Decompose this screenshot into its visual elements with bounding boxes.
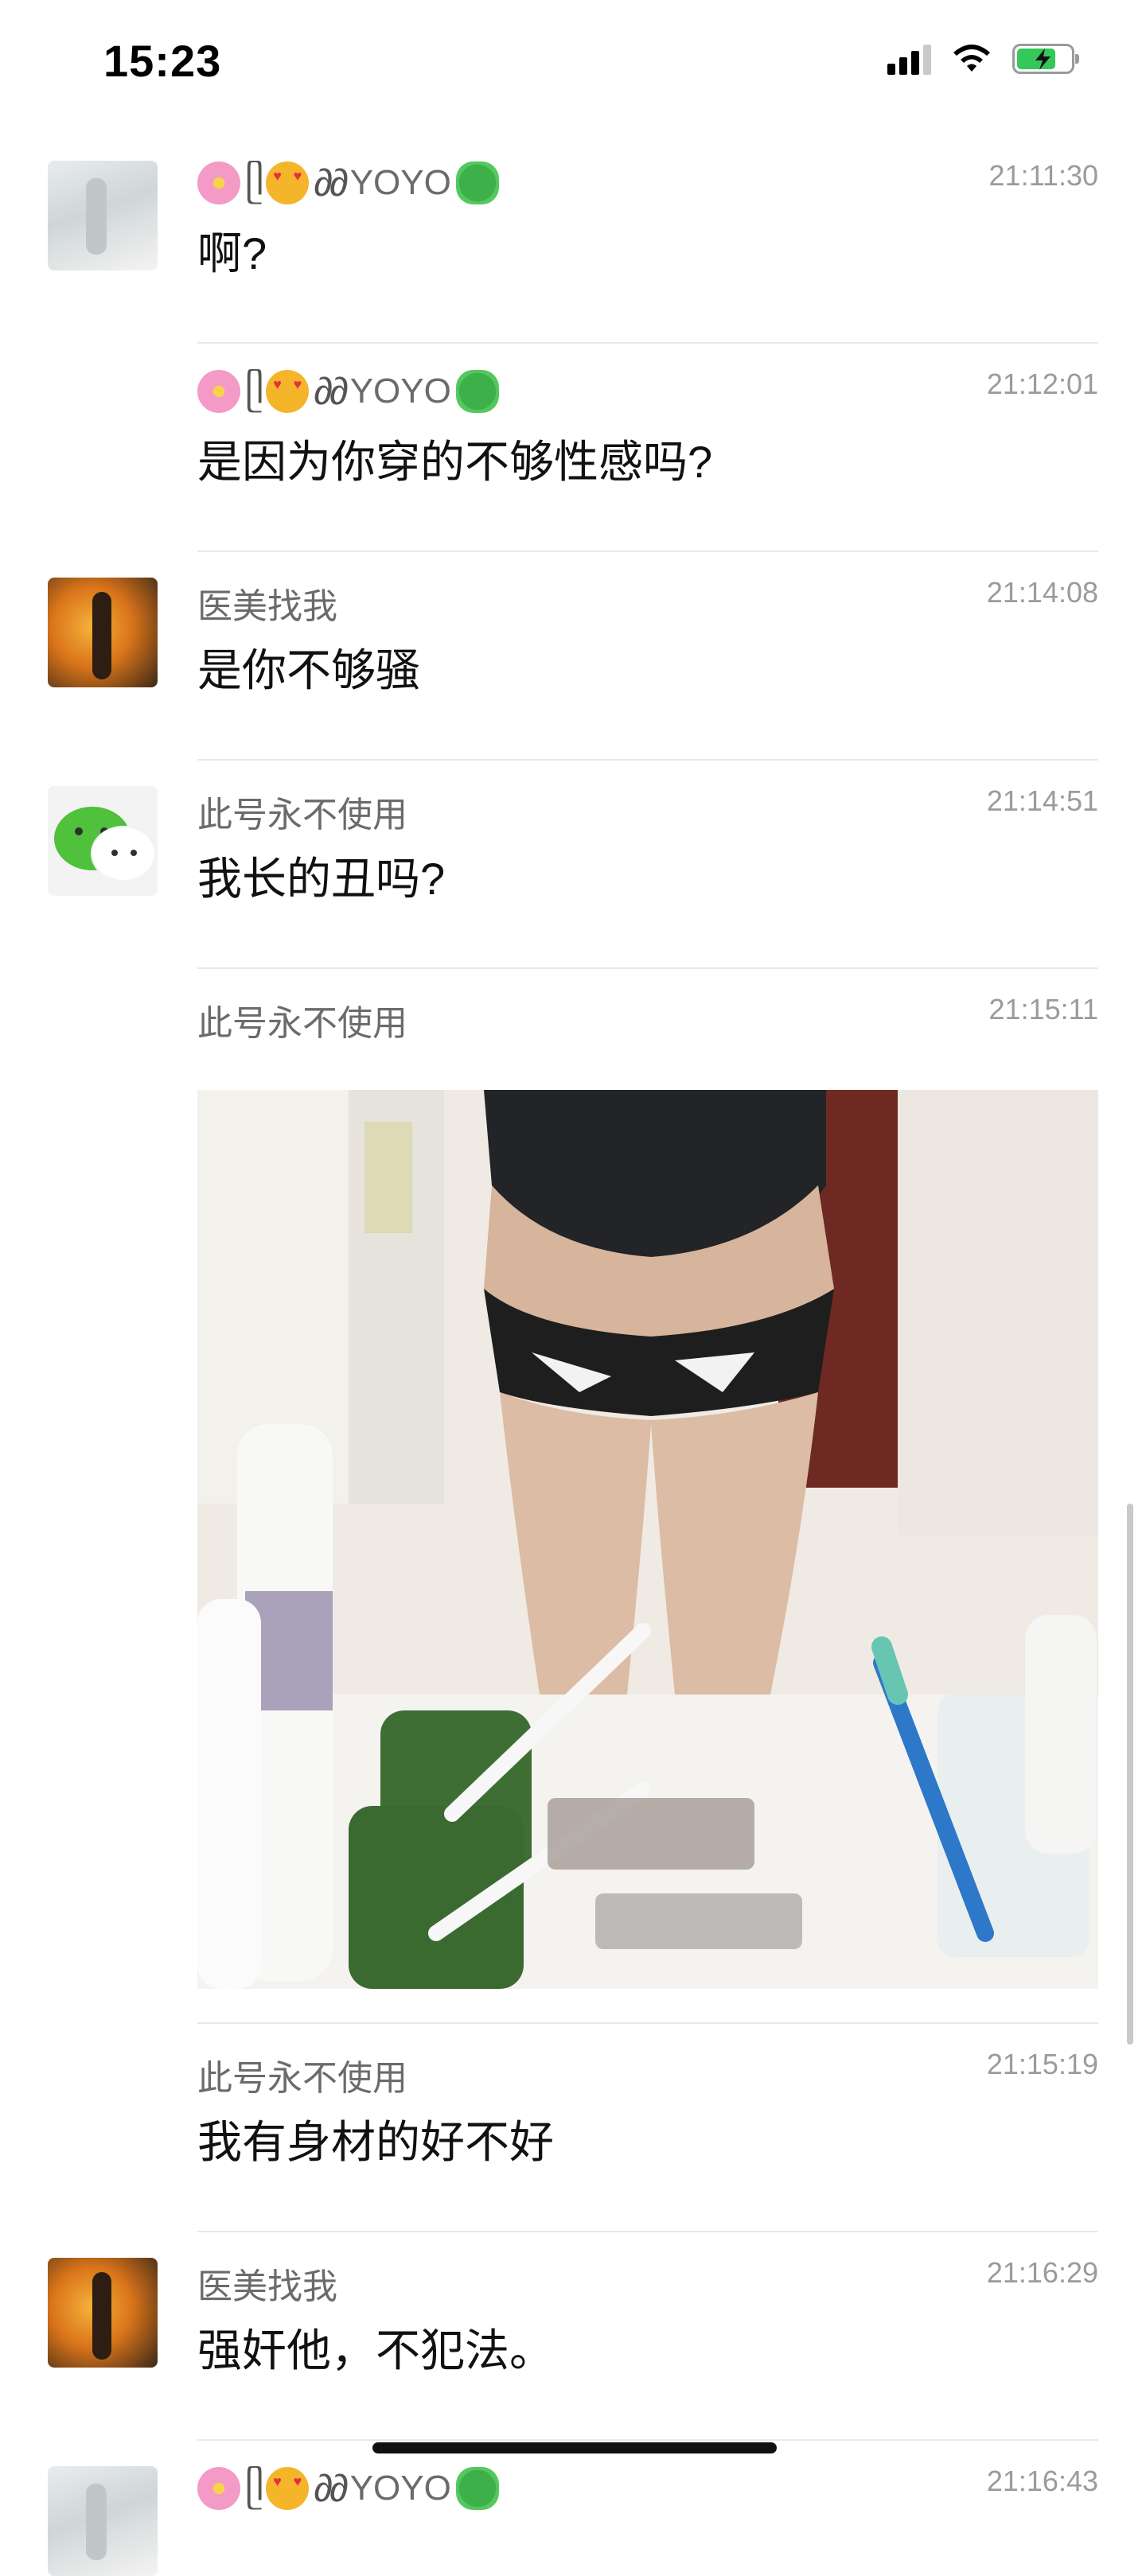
sender-name: 此号永不使用: [197, 796, 407, 835]
sender-name: 医美找我: [197, 587, 337, 626]
message-text[interactable]: 我有身材的好不好: [197, 2107, 554, 2171]
heart-eyes-emoji-icon: [266, 370, 310, 413]
message-time: 21:16:29: [986, 2256, 1098, 2289]
decoration-icon: ∂∂: [314, 370, 348, 413]
heart-eyes-emoji-icon: [266, 161, 310, 204]
message-time: 21:16:43: [986, 2465, 1098, 2497]
message-time: 21:15:11: [988, 993, 1098, 1025]
sender-name: 此号永不使用: [197, 1004, 407, 1043]
message-time: 21:11:30: [988, 159, 1098, 192]
sender-label: YOYO: [349, 163, 451, 202]
message-text[interactable]: 啊?: [197, 218, 267, 282]
sender-name: ᥫ ∂∂ YOYO: [197, 2466, 499, 2511]
cherry-blossom-emoji-icon: [197, 370, 240, 413]
message-time: 21:12:01: [986, 368, 1098, 400]
message-time: 21:15:19: [986, 2048, 1098, 2080]
message-item[interactable]: 此号永不使用 21:15:19 我有身材的好不好: [0, 2024, 1146, 2232]
decoration-icon: ᥫ: [245, 2467, 264, 2509]
sender-label: YOYO: [349, 2469, 451, 2508]
message-item[interactable]: ᥫ ∂∂ YOYO 21:11:30 啊?: [0, 135, 1146, 344]
sender-name: 此号永不使用: [197, 2059, 407, 2098]
message-item[interactable]: 此号永不使用 21:14:51 我长的丑吗?: [0, 761, 1146, 969]
heart-eyes-emoji-icon: [266, 2467, 310, 2510]
message-text[interactable]: 是你不够骚: [197, 635, 420, 699]
message-time: 21:14:51: [986, 784, 1098, 817]
avatar[interactable]: [48, 578, 158, 687]
battery-charging-icon: [1012, 44, 1079, 74]
cherry-blossom-emoji-icon: [197, 2467, 240, 2510]
message-item[interactable]: 医美找我 21:16:29 强奸他，不犯法。: [0, 2232, 1146, 2441]
wechat-logo-avatar[interactable]: [48, 786, 158, 896]
message-item[interactable]: 医美找我 21:14:08 是你不够骚: [0, 552, 1146, 761]
message-time: 21:14:08: [986, 576, 1098, 609]
message-list[interactable]: ᥫ ∂∂ YOYO 21:11:30 啊? ᥫ ∂∂ YOYO 21:12:01…: [0, 135, 1146, 2576]
wifi-icon: [953, 45, 990, 72]
sender-name: ᥫ ∂∂ YOYO: [197, 369, 499, 414]
avatar[interactable]: [48, 2258, 158, 2368]
clover-emoji-icon: [455, 161, 499, 204]
cellular-signal-icon: [887, 43, 931, 75]
cherry-blossom-emoji-icon: [197, 161, 240, 204]
message-text[interactable]: 我长的丑吗?: [197, 843, 445, 908]
sender-name: ᥫ ∂∂ YOYO: [197, 161, 499, 205]
avatar[interactable]: [48, 2466, 158, 2576]
decoration-icon: ᥫ: [245, 161, 264, 204]
sender-label: YOYO: [349, 372, 451, 411]
scrollbar[interactable]: [1127, 1504, 1133, 2045]
message-item[interactable]: ᥫ ∂∂ YOYO 21:12:01 是因为你穿的不够性感吗?: [0, 344, 1146, 552]
avatar[interactable]: [48, 161, 158, 270]
message-item[interactable]: 此号永不使用 21:15:11: [0, 969, 1146, 2024]
clover-emoji-icon: [455, 2467, 499, 2510]
clover-emoji-icon: [455, 370, 499, 413]
sender-name: 医美找我: [197, 2267, 337, 2306]
message-text[interactable]: 强奸他，不犯法。: [197, 2315, 554, 2379]
wechat-bubble-icon: [92, 827, 154, 880]
message-text[interactable]: 是因为你穿的不够性感吗?: [197, 426, 712, 491]
status-time: 15:23: [103, 36, 222, 86]
status-bar: 15:23: [0, 0, 1146, 127]
decoration-icon: ∂∂: [314, 161, 348, 204]
mirror-selfie-bathroom-photo[interactable]: [197, 1090, 1098, 1989]
message-item[interactable]: ᥫ ∂∂ YOYO 21:16:43: [0, 2441, 1146, 2576]
decoration-icon: ∂∂: [314, 2467, 348, 2510]
status-icons: [887, 43, 1079, 75]
decoration-icon: ᥫ: [245, 370, 264, 412]
home-indicator[interactable]: [372, 2442, 777, 2453]
